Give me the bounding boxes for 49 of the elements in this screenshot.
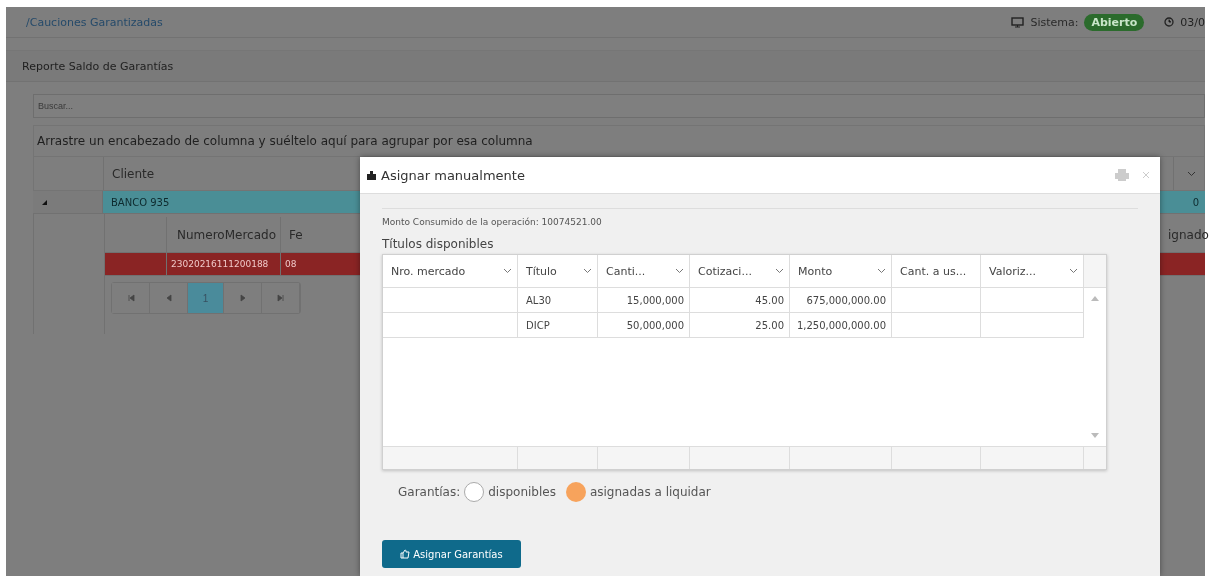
consumed-amount-text: Monto Consumido de la operación: 10074521.00 [382, 217, 603, 227]
monitor-icon [1011, 16, 1025, 28]
table-cell: AL30 [526, 294, 552, 306]
system-label: Sistema: [1030, 15, 1079, 29]
dialog-title: Asignar manualmente [381, 167, 525, 183]
clock-icon [1164, 17, 1175, 27]
column-header[interactable]: Cliente [112, 166, 155, 181]
scroll-up-icon[interactable] [1091, 296, 1099, 301]
table-cell: 23020216111200188 [171, 259, 269, 269]
column-header[interactable]: Monto [798, 264, 833, 278]
date-text: 03/0 [1180, 15, 1205, 29]
search-field[interactable]: Buscar... [33, 94, 1205, 118]
chevron-down-icon[interactable] [583, 268, 592, 274]
panel-title: Reporte Saldo de Garantías [22, 59, 174, 73]
table-cell: 08 [285, 259, 297, 269]
table-cell: 25.00 [755, 319, 784, 331]
status-badge: Abierto [1084, 13, 1145, 31]
column-header[interactable]: Fe [289, 227, 303, 242]
table-cell: 1,250,000,000.00 [796, 319, 886, 331]
table-cell: 45.00 [755, 294, 784, 306]
puzzle-icon [366, 169, 377, 181]
group-row-label: BANCO 935 [111, 196, 170, 208]
legend-text: disponibles [488, 485, 556, 499]
chevron-down-icon[interactable] [503, 268, 512, 274]
table-cell: 50,000,000 [626, 319, 684, 331]
chevron-down-icon[interactable] [877, 268, 886, 274]
chevron-down-icon[interactable] [675, 268, 684, 274]
chevron-down-icon[interactable] [775, 268, 784, 274]
assign-button[interactable]: Asignar Garantías [382, 540, 521, 568]
column-header[interactable]: NumeroMercado [177, 227, 276, 242]
chevron-down-icon[interactable] [1187, 170, 1196, 177]
scroll-down-icon[interactable] [1091, 433, 1099, 438]
table-cell: DICP [526, 319, 550, 331]
group-panel-text: Arrastre un encabezado de columna y suéltelo aquí para agrupar por esa columna [37, 134, 533, 148]
legend-label: Garantías: [398, 485, 461, 499]
thumbs-up-icon [400, 549, 411, 559]
table-cell: 15,000,000 [626, 294, 684, 306]
column-header[interactable]: Título [526, 264, 557, 278]
chevron-down-icon[interactable] [1069, 268, 1078, 274]
group-row-value: 0 [1192, 196, 1199, 208]
legend-text: asignadas a liquidar [589, 485, 711, 499]
column-header[interactable]: Canti... [606, 264, 646, 278]
column-header[interactable]: Nro. mercado [391, 264, 466, 278]
column-header[interactable]: Cant. a us... [900, 264, 967, 278]
collapse-icon[interactable] [41, 198, 48, 206]
column-header[interactable]: Valoriz... [989, 264, 1037, 278]
table-cell: 675,000,000.00 [806, 294, 886, 306]
section-title: Títulos disponibles [382, 237, 495, 251]
column-header[interactable]: Cotizaci... [698, 264, 752, 278]
